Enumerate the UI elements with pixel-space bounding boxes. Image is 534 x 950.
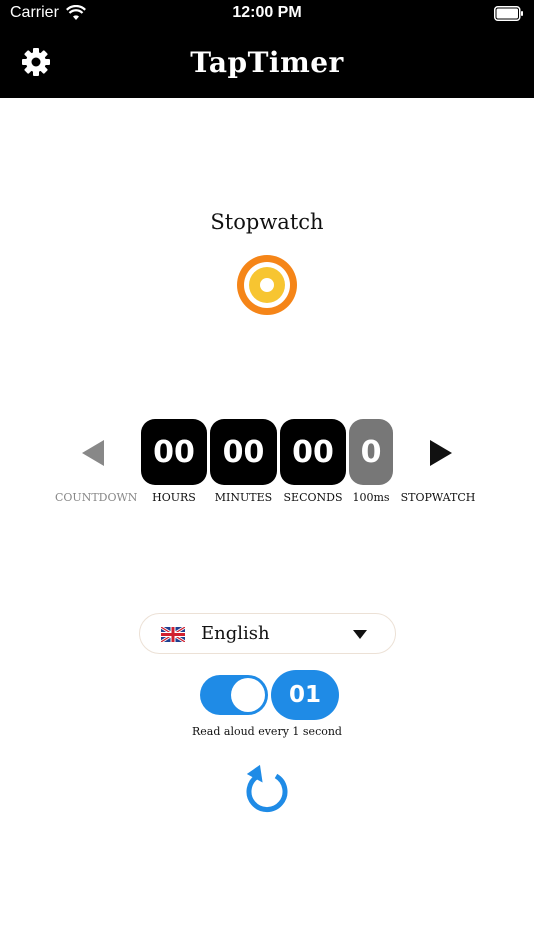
language-select[interactable]: English (139, 613, 396, 654)
next-mode-arrow-icon[interactable] (428, 438, 454, 468)
read-aloud-toggle[interactable] (200, 675, 268, 715)
ms-label: 100ms (352, 491, 390, 504)
mode-title: Stopwatch (210, 210, 324, 234)
read-aloud-interval-button[interactable]: 01 (271, 670, 339, 720)
seconds-display[interactable]: 00 (280, 419, 346, 485)
stopwatch-label: STOPWATCH (400, 491, 476, 504)
countdown-label: COUNTDOWN (55, 491, 138, 504)
battery-icon (494, 6, 523, 21)
top-bar: Carrier 12:00 PM TapTimer (0, 0, 534, 98)
status-time: 12:00 PM (232, 4, 302, 21)
minutes-display[interactable]: 00 (210, 419, 277, 485)
language-selected: English (201, 623, 270, 644)
toggle-knob (231, 678, 265, 712)
ms-display[interactable]: 0 (349, 419, 393, 485)
status-bar: Carrier 12:00 PM (0, 0, 534, 30)
seconds-label: SECONDS (283, 491, 343, 504)
hours-display[interactable]: 00 (141, 419, 207, 485)
read-aloud-label: Read aloud every 1 second (192, 725, 342, 738)
hours-label: HOURS (152, 491, 196, 504)
uk-flag-icon (161, 627, 185, 642)
app-title: TapTimer (190, 46, 344, 79)
target-icon[interactable] (237, 255, 297, 315)
minutes-label: MINUTES (214, 491, 273, 504)
reset-icon[interactable] (244, 764, 290, 814)
previous-mode-arrow-icon[interactable] (80, 438, 106, 468)
chevron-down-icon (353, 630, 367, 639)
